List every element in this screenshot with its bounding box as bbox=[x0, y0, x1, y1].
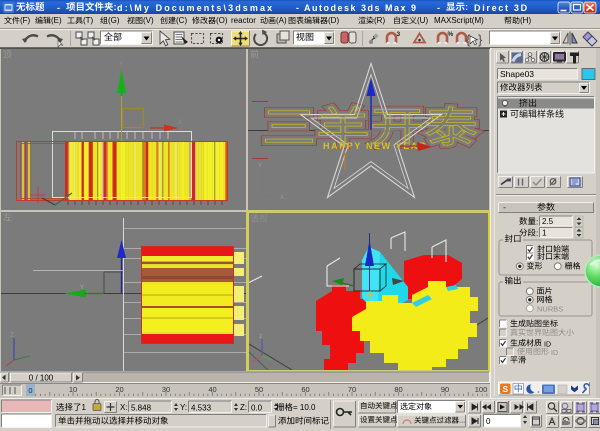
svg-text:Z: Z bbox=[10, 333, 14, 339]
svg-text:70: 70 bbox=[348, 385, 356, 394]
svg-text:40: 40 bbox=[208, 385, 216, 394]
svg-text:(A): (A) bbox=[276, 16, 287, 25]
svg-text:Y: Y bbox=[80, 285, 84, 291]
svg-text:ID: ID bbox=[544, 342, 551, 349]
svg-text:MAXScript(M): MAXScript(M) bbox=[434, 16, 484, 25]
svg-text:(R): (R) bbox=[374, 16, 385, 25]
svg-text:0 / 100: 0 / 100 bbox=[29, 374, 54, 383]
svg-text:0.0: 0.0 bbox=[251, 404, 263, 413]
svg-text:(E): (E) bbox=[51, 16, 62, 25]
svg-text:50: 50 bbox=[255, 385, 263, 394]
svg-text::: : bbox=[536, 218, 538, 227]
svg-text:-: - bbox=[437, 3, 440, 13]
svg-text:90: 90 bbox=[441, 385, 449, 394]
svg-text:(U): (U) bbox=[417, 16, 428, 25]
svg-text::: : bbox=[465, 2, 468, 13]
svg-text:= 10.0: = 10.0 bbox=[293, 403, 316, 412]
svg-text:X: X bbox=[178, 120, 182, 126]
svg-text:1: 1 bbox=[542, 229, 547, 238]
svg-text:S: S bbox=[503, 384, 509, 394]
svg-text:(F): (F) bbox=[20, 16, 31, 25]
svg-text:3: 3 bbox=[397, 31, 401, 38]
svg-text:100: 100 bbox=[475, 385, 488, 394]
svg-text:(T): (T) bbox=[83, 16, 94, 25]
svg-text:(G): (G) bbox=[108, 16, 120, 25]
svg-text:...: ... bbox=[459, 416, 465, 425]
svg-text:2.5: 2.5 bbox=[542, 217, 554, 226]
svg-text:d:\My Documents\3dsmax: d:\My Documents\3dsmax bbox=[117, 3, 274, 13]
svg-text:X:: X: bbox=[120, 403, 128, 412]
svg-text:z: z bbox=[259, 334, 262, 340]
svg-text:(H): (H) bbox=[520, 16, 531, 25]
svg-text:-: - bbox=[57, 3, 60, 13]
svg-text:NURBS: NURBS bbox=[537, 305, 563, 314]
svg-text:0: 0 bbox=[28, 386, 32, 395]
svg-text:(V): (V) bbox=[143, 16, 154, 25]
svg-text:Y: Y bbox=[119, 62, 123, 68]
svg-text:-: - bbox=[296, 3, 299, 13]
svg-text:5.848: 5.848 bbox=[131, 404, 152, 413]
svg-text::: : bbox=[536, 229, 538, 238]
svg-text:reactor: reactor bbox=[231, 16, 256, 25]
svg-text:Z:: Z: bbox=[240, 403, 247, 412]
svg-text:60: 60 bbox=[301, 385, 309, 394]
svg-text:%: % bbox=[448, 31, 454, 38]
svg-text:1: 1 bbox=[82, 403, 87, 412]
svg-text:10: 10 bbox=[69, 385, 77, 394]
svg-text:Y: Y bbox=[258, 163, 262, 169]
svg-text:4.533: 4.533 bbox=[191, 404, 212, 413]
svg-text:-: - bbox=[503, 203, 506, 213]
svg-text:Autodesk 3ds Max 9: Autodesk 3ds Max 9 bbox=[304, 3, 418, 13]
svg-text:80: 80 bbox=[394, 385, 402, 394]
svg-text:(D): (D) bbox=[328, 16, 339, 25]
svg-text:}: } bbox=[478, 32, 483, 47]
svg-text:30: 30 bbox=[162, 385, 170, 394]
svg-text:(C): (C) bbox=[176, 16, 187, 25]
svg-text:20: 20 bbox=[115, 385, 123, 394]
svg-text:ID: ID bbox=[551, 350, 558, 357]
svg-text:X: X bbox=[280, 195, 284, 201]
svg-text:Shape03: Shape03 bbox=[500, 69, 534, 79]
svg-text:Direct 3D: Direct 3D bbox=[474, 3, 529, 13]
svg-text:Y:: Y: bbox=[180, 403, 187, 412]
svg-text:(O): (O) bbox=[216, 16, 228, 25]
svg-text:0: 0 bbox=[486, 417, 491, 426]
